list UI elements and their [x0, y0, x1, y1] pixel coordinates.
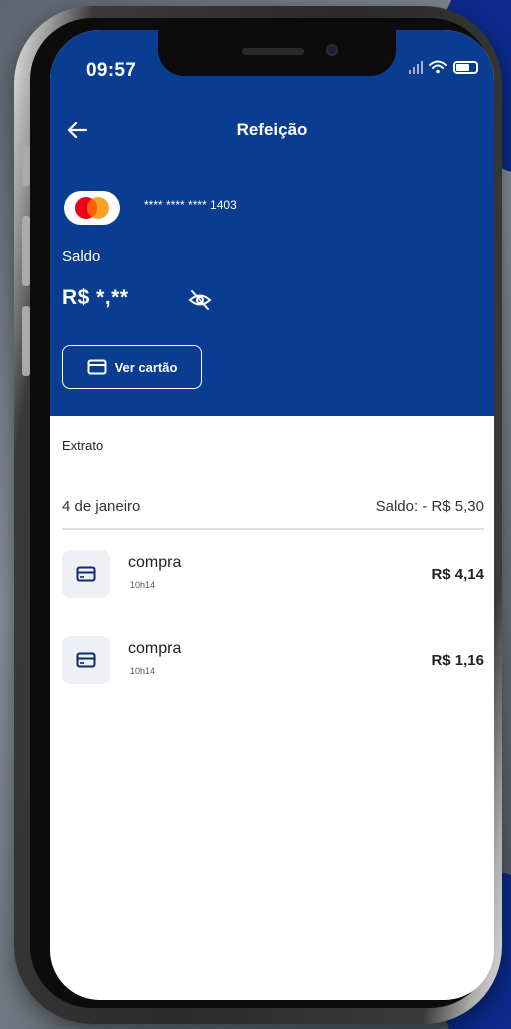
phone-side-button	[22, 146, 30, 186]
front-camera	[326, 44, 338, 56]
wifi-icon	[429, 60, 447, 74]
battery-icon	[453, 60, 478, 74]
speaker-grille	[242, 48, 304, 55]
transaction-row[interactable]: compra 10h14 R$ 1,16	[62, 636, 484, 688]
card-icon	[76, 566, 96, 582]
transaction-icon	[62, 550, 110, 598]
card-icon	[87, 359, 107, 375]
transaction-amount: R$ 1,16	[431, 652, 484, 669]
transaction-name: compra	[128, 554, 182, 571]
phone-side-button	[22, 216, 30, 286]
statement-day-balance: Saldo: - R$ 5,30	[375, 498, 484, 515]
header-panel: 09:57 Refeição **** **** **** 1403 Saldo…	[50, 30, 494, 416]
transaction-icon	[62, 636, 110, 684]
transaction-time: 10h14	[130, 580, 156, 590]
phone-side-button	[22, 306, 30, 376]
eye-off-icon[interactable]	[188, 288, 212, 312]
statement-day-header: 4 de janeiro Saldo: - R$ 5,30	[62, 498, 484, 515]
view-card-label: Ver cartão	[114, 359, 178, 375]
balance-label: Saldo	[62, 248, 101, 265]
view-card-button[interactable]: Ver cartão	[62, 345, 202, 389]
statement-date: 4 de janeiro	[62, 498, 141, 515]
transaction-time: 10h14	[130, 666, 156, 676]
transaction-amount: R$ 4,14	[431, 566, 484, 583]
status-time: 09:57	[86, 60, 137, 81]
phone-notch	[158, 30, 396, 76]
card-number: **** **** **** 1403	[144, 198, 237, 212]
signal-icon	[409, 60, 423, 74]
divider	[62, 528, 484, 530]
app-screen: 09:57 Refeição **** **** **** 1403 Saldo…	[50, 30, 494, 1000]
statement-title: Extrato	[62, 438, 104, 453]
mastercard-logo	[64, 191, 120, 225]
transaction-name: compra	[128, 640, 182, 657]
balance-value: R$ *,**	[62, 286, 129, 309]
page-title: Refeição	[236, 120, 308, 139]
transaction-row[interactable]: compra 10h14 R$ 4,14	[62, 550, 484, 602]
status-icons	[409, 60, 478, 74]
card-icon	[76, 652, 96, 668]
